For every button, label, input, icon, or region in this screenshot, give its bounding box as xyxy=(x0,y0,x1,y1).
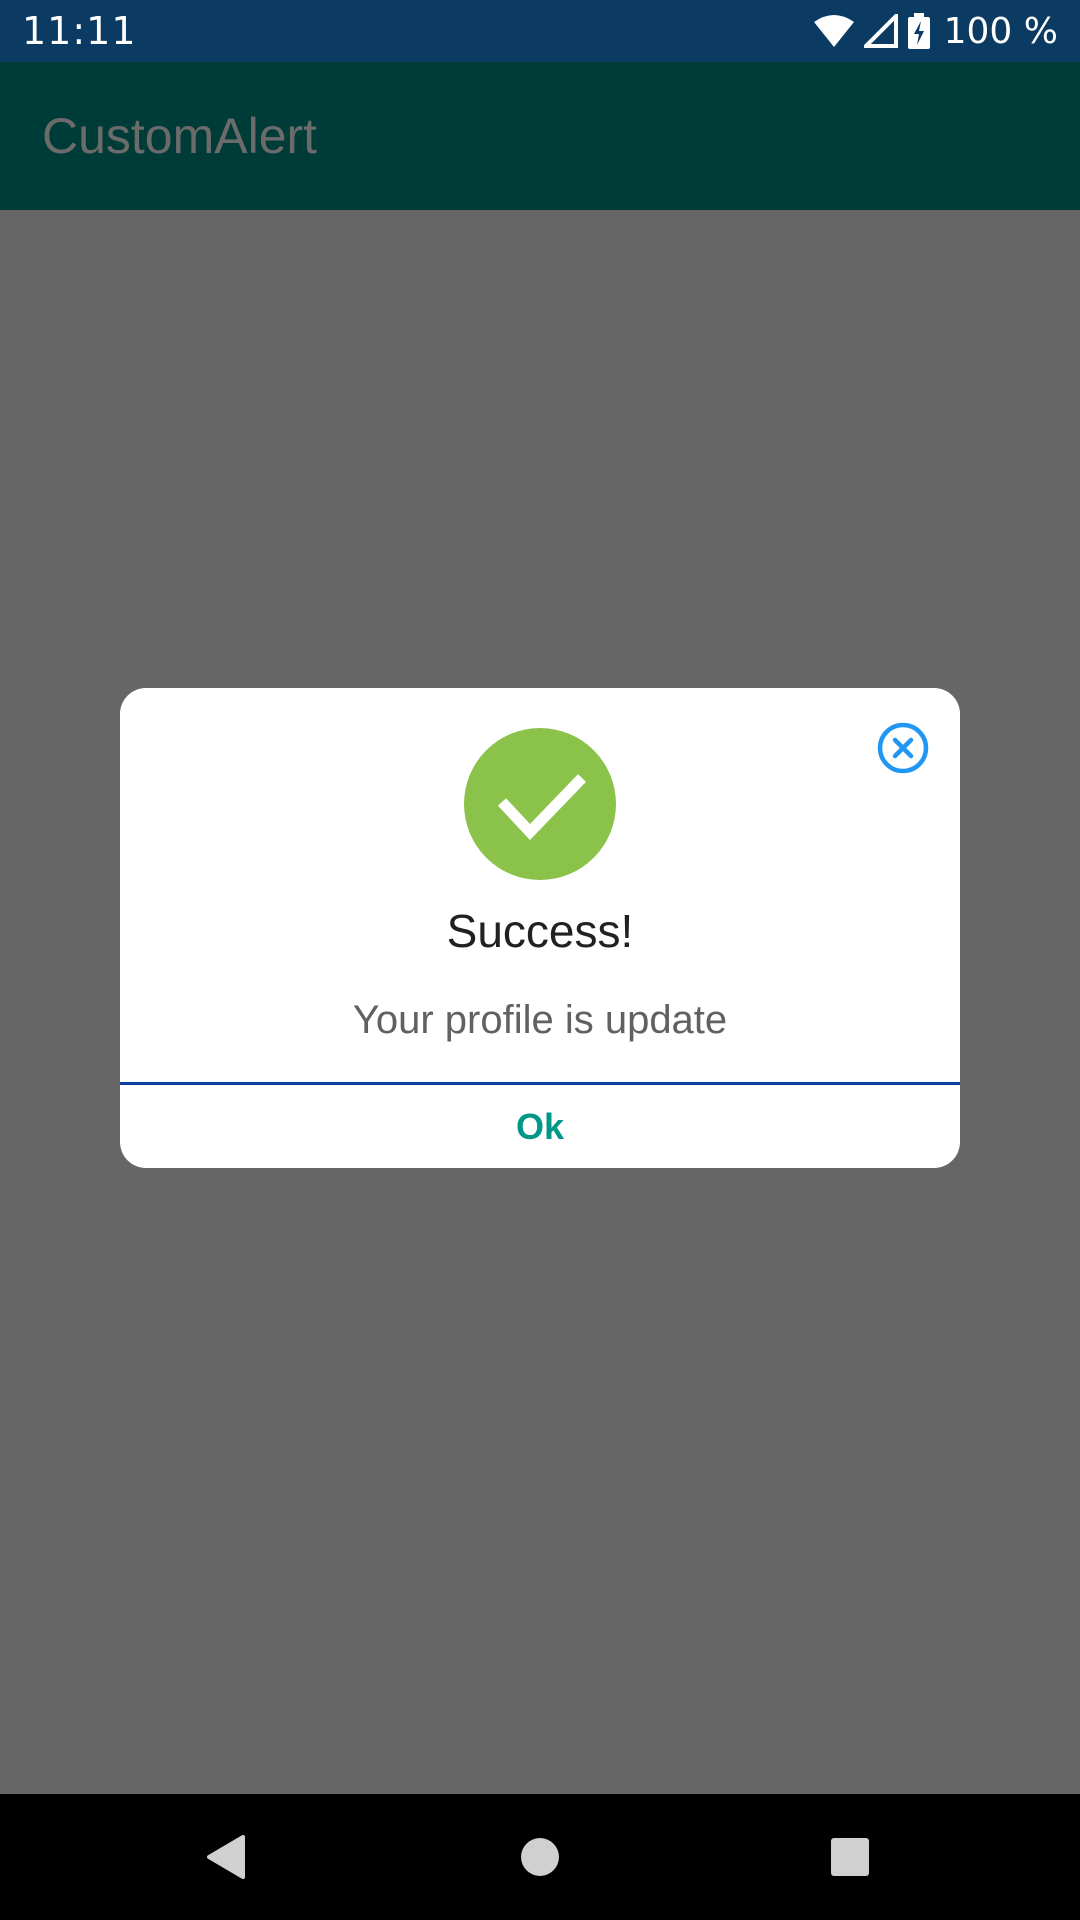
home-icon[interactable] xyxy=(519,1836,561,1878)
battery-percentage: 100 % xyxy=(943,10,1058,52)
ok-button[interactable]: Ok xyxy=(120,1085,960,1168)
dialog-title: Success! xyxy=(446,905,634,957)
status-time: 11:11 xyxy=(22,9,137,53)
wifi-icon xyxy=(813,14,854,48)
cell-signal-icon xyxy=(863,14,898,48)
success-dialog: Success! Your profile is update Ok xyxy=(120,688,960,1168)
back-button[interactable] xyxy=(190,1822,260,1892)
back-icon[interactable] xyxy=(203,1833,247,1881)
status-bar: 11:11 100 % xyxy=(0,0,1080,62)
close-circle-icon[interactable] xyxy=(876,721,930,775)
battery-charging-icon xyxy=(907,13,930,49)
app-title: CustomAlert xyxy=(42,108,318,164)
recents-icon[interactable] xyxy=(829,1836,871,1878)
navigation-bar xyxy=(0,1794,1080,1920)
dialog-message: Your profile is update xyxy=(352,998,728,1042)
home-button[interactable] xyxy=(505,1822,575,1892)
success-badge xyxy=(464,728,616,880)
app-bar: CustomAlert xyxy=(0,62,1080,210)
checkmark-icon xyxy=(497,774,586,840)
recents-button[interactable] xyxy=(815,1822,885,1892)
status-icons: 100 % xyxy=(813,10,1058,52)
screen: 11:11 100 % CustomAlert Success! Your pr… xyxy=(0,0,1080,1920)
close-button[interactable] xyxy=(876,721,930,775)
